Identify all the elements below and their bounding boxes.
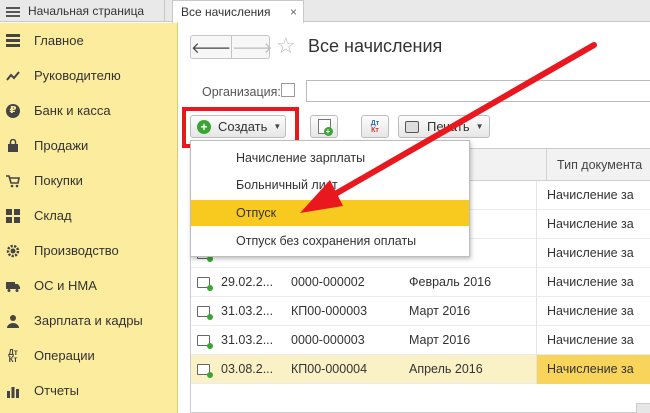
sidebar: Главное Руководителю ₽ Банк и касса Прод… xyxy=(0,23,178,413)
cell-type: Начисление за xyxy=(536,181,650,210)
menu-item-unpaid-leave[interactable]: Отпуск без сохранения оплаты xyxy=(191,228,469,254)
column-header-type[interactable]: Тип документа xyxy=(546,149,650,181)
document-icon xyxy=(197,297,213,326)
copy-document-icon: + xyxy=(317,119,333,136)
print-button[interactable]: Печать ▼ xyxy=(398,115,490,138)
printer-icon xyxy=(405,120,419,133)
cell-date: 31.03.2... xyxy=(221,333,274,347)
shopping-bag-icon xyxy=(6,138,20,153)
cell-number: КП00-000003 xyxy=(291,304,368,318)
favorite-star-icon[interactable]: ☆ xyxy=(276,34,296,58)
cell-period: Март 2016 xyxy=(409,304,471,318)
forward-button[interactable]: 🡒 xyxy=(231,36,272,58)
menu-item-salary-accrual[interactable]: Начисление зарплаты xyxy=(191,145,469,171)
cell-type: Начисление за xyxy=(536,297,650,326)
copy-button[interactable]: + xyxy=(310,115,338,138)
cell-type: Начисление за xyxy=(536,239,650,268)
organization-field[interactable] xyxy=(306,80,650,102)
dt-label: Дт xyxy=(370,119,380,127)
sidebar-item-director[interactable]: Руководителю xyxy=(0,58,177,93)
table-row[interactable]: 29.02.2... 0000-000002 Февраль 2016 Начисле… xyxy=(191,268,650,297)
sidebar-item-warehouse[interactable]: Склад xyxy=(0,198,177,233)
sidebar-item-purchases[interactable]: Покупки xyxy=(0,163,177,198)
sidebar-item-reports[interactable]: Отчеты xyxy=(0,373,177,408)
cell-date: 31.03.2... xyxy=(221,304,274,318)
sidebar-item-label: Отчеты xyxy=(34,383,79,398)
cell-period: Февраль 2016 xyxy=(409,275,492,289)
menu-item-vacation[interactable]: Отпуск xyxy=(191,200,469,226)
close-icon[interactable]: × xyxy=(290,5,297,19)
menu-bars-icon xyxy=(6,33,20,48)
cell-date: 03.08.2... xyxy=(221,362,274,376)
cell-number: 0000-000002 xyxy=(291,275,365,289)
sidebar-item-label: ОС и НМА xyxy=(34,278,97,293)
nav-buttons: 🡐 🡒 xyxy=(190,35,272,59)
dt-kt-icon: Дт Кт xyxy=(6,348,20,364)
tab-bar: Начальная страница Все начисления × xyxy=(0,0,650,23)
cell-date: 29.02.2... xyxy=(221,275,274,289)
sidebar-item-label: Продажи xyxy=(34,138,89,153)
dt-kt-icon: Дт Кт xyxy=(371,120,379,134)
print-button-label: Печать xyxy=(427,119,470,134)
sidebar-item-label: Покупки xyxy=(34,173,83,188)
organization-label: Организация: xyxy=(202,85,281,99)
sidebar-item-label: Руководителю xyxy=(34,68,121,83)
create-dropdown-menu: Начисление зарплаты Больничный лист Отпу… xyxy=(190,140,470,257)
sidebar-item-production[interactable]: Производство xyxy=(0,233,177,268)
sidebar-item-label: Главное xyxy=(34,33,84,48)
scrollbar[interactable] xyxy=(636,403,650,413)
cell-number: 0000-000003 xyxy=(291,333,365,347)
sidebar-item-label: Производство xyxy=(34,243,119,258)
cell-type: Начисление за xyxy=(536,268,650,297)
kt-label: Кт xyxy=(371,126,379,134)
chevron-down-icon: ▼ xyxy=(475,122,484,131)
organization-checkbox[interactable] xyxy=(281,83,295,97)
sidebar-item-operations[interactable]: Дт Кт Операции xyxy=(0,338,177,373)
back-button[interactable]: 🡐 xyxy=(191,36,231,58)
sidebar-item-main[interactable]: Главное xyxy=(0,23,177,58)
kt-label: Кт xyxy=(8,354,18,364)
postings-button[interactable]: Дт Кт xyxy=(361,115,389,138)
sidebar-item-sales[interactable]: Продажи xyxy=(0,128,177,163)
menu-item-sick-leave[interactable]: Больничный лист xyxy=(191,172,469,198)
sidebar-item-label: Склад xyxy=(34,208,72,223)
table-row[interactable]: 03.08.2... КП00-000004 Апрель 2016 Начислен… xyxy=(191,355,650,384)
truck-icon xyxy=(6,279,20,293)
tab-all-accruals[interactable]: Все начисления × xyxy=(172,0,304,23)
warehouse-grid-icon xyxy=(6,208,20,223)
cell-type: Начисление за xyxy=(536,326,650,355)
bar-chart-icon xyxy=(6,384,20,398)
sidebar-item-salary[interactable]: Зарплата и кадры xyxy=(0,303,177,338)
cart-icon xyxy=(6,174,20,188)
document-icon xyxy=(197,326,213,355)
table-row[interactable]: 31.03.2... КП00-000003 Март 2016 Начисление… xyxy=(191,297,650,326)
sidebar-item-label: Банк и касса xyxy=(34,103,111,118)
sidebar-item-label: Зарплата и кадры xyxy=(34,313,143,328)
gear-icon xyxy=(6,244,20,258)
chart-trend-icon xyxy=(6,69,20,83)
sidebar-item-assets[interactable]: ОС и НМА xyxy=(0,268,177,303)
cell-type: Начисление за xyxy=(536,210,650,239)
cell-period: Март 2016 xyxy=(409,333,471,347)
table-row[interactable]: 31.03.2... 0000-000003 Март 2016 Начисление… xyxy=(191,326,650,355)
document-icon xyxy=(197,355,213,384)
tab-home-label: Начальная страница xyxy=(28,4,145,18)
tab-active-label: Все начисления xyxy=(181,5,271,19)
cell-type: Начисление за xyxy=(536,355,650,384)
ruble-coin-icon: ₽ xyxy=(6,103,20,118)
document-icon xyxy=(197,268,213,297)
menu-icon xyxy=(6,5,20,17)
page-title: Все начисления xyxy=(308,36,443,56)
person-icon xyxy=(6,314,20,328)
sidebar-item-label: Операции xyxy=(34,348,95,363)
tab-home[interactable]: Начальная страница xyxy=(0,0,165,22)
sidebar-item-bank[interactable]: ₽ Банк и касса xyxy=(0,93,177,128)
cell-number: КП00-000004 xyxy=(291,362,368,376)
cell-period: Апрель 2016 xyxy=(409,362,483,376)
